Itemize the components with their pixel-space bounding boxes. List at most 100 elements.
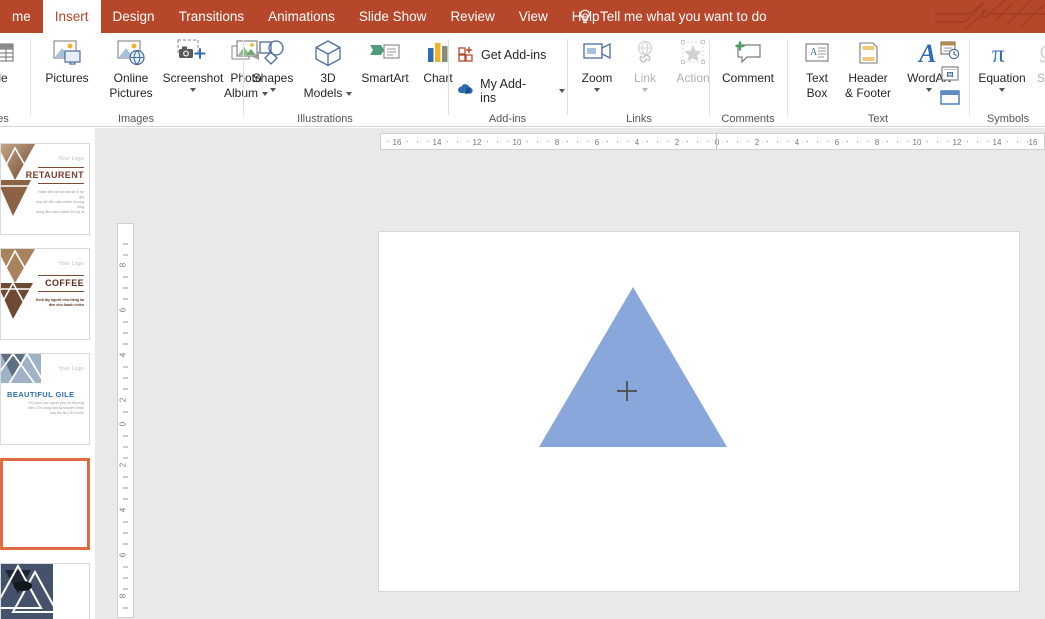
svg-text:6: 6 — [595, 138, 600, 147]
slide-number-button[interactable] — [937, 63, 963, 85]
header-footer-button[interactable]: Header & Footer — [837, 36, 899, 100]
tab-transitions-label: Transitions — [178, 9, 245, 24]
slide-canvas[interactable] — [378, 231, 1020, 592]
text-box-label-2: Box — [806, 86, 828, 100]
triangle-shape[interactable] — [539, 287, 727, 447]
group-illustrations-label: Illustrations — [297, 113, 353, 125]
zoom-button[interactable]: Zoom — [571, 36, 623, 92]
vertical-ruler-ticks: 8 6 4 2 0 2 4 6 8 — [119, 243, 128, 609]
slide-thumbnail-2[interactable]: Your Logo COFFEE Kinh lấy người như tiến… — [0, 248, 90, 340]
group-links-label: Links — [626, 113, 652, 125]
slide-thumbnail-3-content: Your Logo BEAUTIFUL GILE Họ chọn các ngư… — [1, 354, 89, 444]
group-divider-4 — [567, 39, 568, 115]
vertical-ruler[interactable]: 8 6 4 2 0 2 4 6 8 — [117, 223, 134, 618]
svg-text:0: 0 — [119, 421, 128, 426]
3d-models-label-1: 3D — [320, 71, 336, 85]
tab-insert-label: Insert — [54, 9, 89, 24]
svg-text:12: 12 — [953, 138, 962, 147]
text-box-label-1: Text — [805, 71, 828, 85]
tab-view[interactable]: View — [507, 0, 560, 33]
my-add-ins-button[interactable]: My Add-ins — [458, 77, 565, 105]
symbol-button: Ω Sym — [1029, 36, 1045, 85]
svg-text:14: 14 — [993, 138, 1002, 147]
tab-insert[interactable]: Insert — [42, 0, 101, 33]
tab-slide-show[interactable]: Slide Show — [347, 0, 439, 33]
wordart-dropdown-caret[interactable] — [926, 88, 932, 92]
group-illustrations: Shapes 3D Models SmartArt Chart Illustra… — [245, 33, 453, 127]
smartart-icon — [368, 36, 402, 70]
group-links: Zoom Link Action Links — [569, 33, 710, 127]
link-button: Link — [623, 36, 667, 92]
slide-thumbnail-3[interactable]: Your Logo BEAUTIFUL GILE Họ chọn các ngư… — [0, 353, 90, 445]
date-time-icon — [940, 41, 960, 60]
slide-5-artwork — [1, 564, 89, 619]
online-pictures-button[interactable]: Online Pictures — [100, 36, 162, 100]
slide-2-logo: Your Logo — [58, 261, 84, 267]
tab-review[interactable]: Review — [438, 0, 506, 33]
slide-thumbnail-5[interactable] — [0, 563, 90, 619]
svg-text:6: 6 — [119, 307, 128, 312]
tab-transitions[interactable]: Transitions — [167, 0, 257, 33]
horizontal-ruler[interactable]: 16 14 12 10 8 6 4 2 0 2 4 6 8 10 12 14 16 — [380, 133, 1045, 150]
3d-models-label-2-text: Models — [303, 86, 343, 100]
group-comments-label: Comments — [721, 113, 775, 125]
comment-button-label: Comment — [721, 71, 774, 85]
my-add-ins-dropdown-caret[interactable] — [559, 89, 565, 93]
online-pictures-label-1: Online — [113, 71, 149, 85]
smartart-button[interactable]: SmartArt — [355, 36, 415, 85]
svg-text:4: 4 — [119, 352, 128, 357]
svg-text:8: 8 — [875, 138, 880, 147]
link-dropdown-caret — [642, 88, 648, 92]
group-divider-7 — [969, 39, 970, 115]
pictures-icon — [50, 36, 84, 70]
slide-thumbnail-5-content — [1, 564, 89, 619]
symbol-omega-icon: Ω — [1036, 36, 1045, 70]
slide-2-body: Kinh lấy người như tiếng lại đến cho than… — [35, 298, 84, 307]
3d-models-label-2: Models — [304, 87, 353, 100]
slide-thumbnail-pane[interactable]: Your Logo RETAURENT Nhận đến ăn tại nhà … — [0, 128, 95, 619]
action-button-label: Action — [676, 71, 710, 85]
object-icon — [940, 90, 960, 105]
group-tables-label: es — [0, 113, 9, 125]
shapes-button[interactable]: Shapes — [245, 36, 301, 92]
svg-text:2: 2 — [755, 138, 760, 147]
text-box-button[interactable]: A Text Box — [795, 36, 839, 100]
group-divider-5 — [709, 39, 710, 115]
slide-thumbnail-4[interactable] — [0, 458, 90, 550]
tab-design[interactable]: Design — [101, 0, 167, 33]
equation-dropdown-caret[interactable] — [999, 88, 1005, 92]
slide-thumbnail-1[interactable]: Your Logo RETAURENT Nhận đến ăn tại nhà … — [0, 143, 90, 235]
equation-button[interactable]: π Equation — [973, 36, 1031, 92]
group-add-ins-label: Add-ins — [488, 113, 527, 125]
svg-text:8: 8 — [119, 262, 128, 267]
tab-home[interactable]: me — [0, 0, 43, 33]
table-button[interactable]: le — [0, 36, 28, 85]
tab-animations-label: Animations — [268, 9, 335, 24]
screenshot-dropdown-caret[interactable] — [190, 88, 196, 92]
slide-thumbnail-4-content — [3, 461, 87, 547]
svg-text:14: 14 — [433, 138, 442, 147]
header-footer-icon — [854, 36, 882, 70]
tell-me-search-box[interactable]: Tell me what you want to do — [578, 0, 767, 33]
svg-text:10: 10 — [913, 138, 922, 147]
slide-3-title: BEAUTIFUL GILE — [7, 390, 75, 399]
3d-models-button[interactable]: 3D Models — [299, 36, 357, 100]
comment-button[interactable]: Comment — [713, 36, 783, 85]
svg-text:2: 2 — [119, 397, 128, 402]
shapes-dropdown-caret[interactable] — [270, 88, 276, 92]
header-footer-label-1: Header — [848, 71, 888, 85]
tab-animations[interactable]: Animations — [256, 0, 347, 33]
group-divider-1 — [30, 39, 31, 115]
3d-models-dropdown-caret[interactable] — [346, 91, 353, 96]
my-add-ins-label: My Add-ins — [480, 77, 527, 105]
pictures-button[interactable]: Pictures — [36, 36, 98, 85]
slide-editor-area: 16 14 12 10 8 6 4 2 0 2 4 6 8 10 12 14 16 8 6 4 2 0… — [95, 128, 1045, 619]
get-add-ins-button[interactable]: Get Add-ins — [458, 46, 546, 63]
tab-review-label: Review — [450, 9, 495, 24]
object-button[interactable] — [937, 87, 963, 109]
date-time-button[interactable] — [937, 39, 963, 61]
svg-text:Ω: Ω — [1039, 41, 1045, 67]
header-footer-label-2: & Footer — [844, 86, 892, 100]
svg-text:4: 4 — [119, 507, 128, 512]
zoom-dropdown-caret[interactable] — [594, 88, 600, 92]
